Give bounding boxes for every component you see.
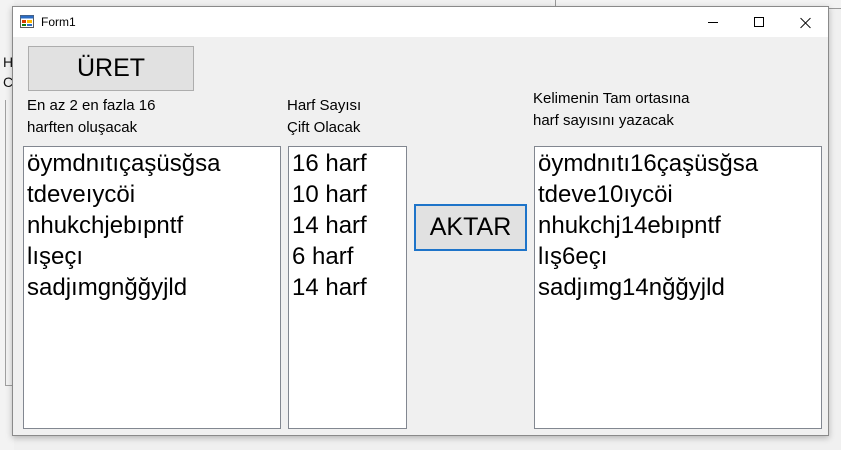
label-line: Harf Sayısı: [287, 97, 362, 114]
close-button[interactable]: [782, 7, 828, 37]
label-line: Çift Olacak: [287, 119, 361, 136]
list-item[interactable]: 14 harf: [292, 210, 403, 241]
window-title: Form1: [41, 15, 76, 29]
title-bar[interactable]: Form1: [13, 7, 828, 37]
words-listbox[interactable]: öymdnıtıçaşüsğsa tdeveıycöi nhukchjebıpn…: [23, 146, 281, 429]
list-item[interactable]: tdeve10ıycöi: [538, 179, 818, 210]
list-item[interactable]: 14 harf: [292, 272, 403, 303]
list-item[interactable]: 10 harf: [292, 179, 403, 210]
list-item[interactable]: nhukchj14ebıpntf: [538, 210, 818, 241]
label-line: harf sayısını yazacak: [533, 112, 674, 129]
minimize-icon: [708, 21, 718, 23]
label-line: Kelimenin Tam ortasına: [533, 90, 690, 107]
list-item[interactable]: öymdnıtı16çaşüsğsa: [538, 148, 818, 179]
list-item[interactable]: sadjımgnğğyjld: [27, 272, 277, 303]
transfer-button[interactable]: AKTAR: [414, 204, 527, 251]
list-item[interactable]: lışeçı: [27, 241, 277, 272]
generate-button[interactable]: ÜRET: [28, 46, 194, 91]
list-item[interactable]: öymdnıtıçaşüsğsa: [27, 148, 277, 179]
list-item[interactable]: sadjımg14nğğyjld: [538, 272, 818, 303]
form-window: Form1 ÜRET En az 2 en fazla 16 harften o…: [12, 6, 829, 436]
letter-counts-listbox[interactable]: 16 harf 10 harf 14 harf 6 harf 14 harf: [288, 146, 407, 429]
maximize-button[interactable]: [736, 7, 782, 37]
label-line: En az 2 en fazla 16: [27, 97, 156, 114]
list-item[interactable]: tdeveıycöi: [27, 179, 277, 210]
form-client-area: ÜRET En az 2 en fazla 16 harften oluşaca…: [13, 37, 828, 435]
word-rule-label: En az 2 en fazla 16 harften oluşacak: [27, 95, 155, 139]
list-item[interactable]: nhukchjebıpntf: [27, 210, 277, 241]
maximize-icon: [754, 17, 764, 27]
close-icon: [800, 17, 811, 28]
result-rule-label: Kelimenin Tam ortasına harf sayısını yaz…: [533, 88, 689, 132]
list-item[interactable]: 6 harf: [292, 241, 403, 272]
list-item[interactable]: lış6eçı: [538, 241, 818, 272]
minimize-button[interactable]: [690, 7, 736, 37]
results-listbox[interactable]: öymdnıtı16çaşüsğsa tdeve10ıycöi nhukchj1…: [534, 146, 822, 429]
app-icon: [20, 15, 34, 28]
letter-count-label: Harf Sayısı Çift Olacak: [287, 95, 361, 139]
list-item[interactable]: 16 harf: [292, 148, 403, 179]
label-line: harften oluşacak: [27, 119, 138, 136]
